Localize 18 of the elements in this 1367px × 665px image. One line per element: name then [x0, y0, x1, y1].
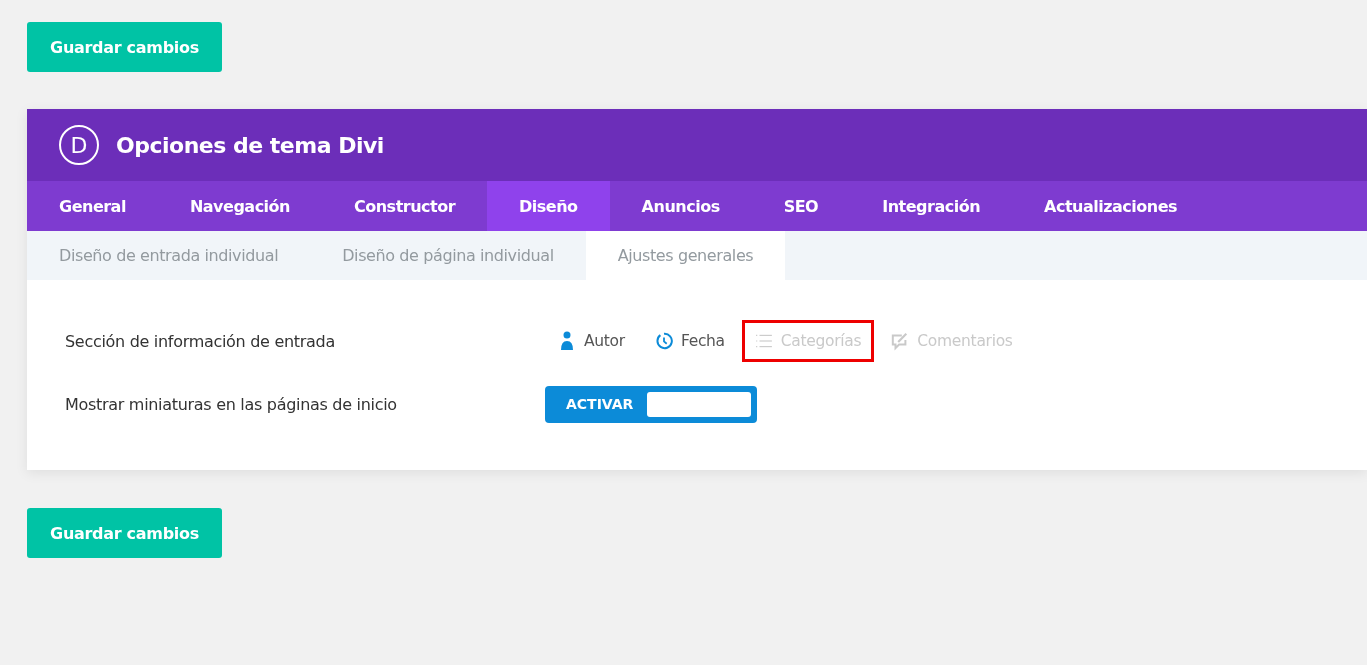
- tab[interactable]: Integración: [850, 181, 1013, 231]
- panel-title: Opciones de tema Divi: [116, 132, 384, 158]
- clock-icon: [654, 331, 673, 351]
- tab[interactable]: Navegación: [157, 181, 322, 231]
- meta-option[interactable]: Autor: [545, 320, 638, 362]
- tab[interactable]: SEO: [751, 181, 851, 231]
- tab[interactable]: Actualizaciones: [1012, 181, 1210, 231]
- tab[interactable]: Constructor: [322, 181, 488, 231]
- toggle-switch[interactable]: ACTIVAR: [545, 385, 757, 423]
- tab[interactable]: Anuncios: [609, 181, 752, 231]
- tab[interactable]: Diseño: [487, 181, 610, 231]
- setting-label: Sección de información de entrada: [65, 331, 336, 351]
- comment-edit-icon: [891, 331, 910, 351]
- setting-label: Mostrar miniaturas en las páginas de inicio: [65, 394, 398, 414]
- meta-option[interactable]: Fecha: [641, 320, 738, 362]
- tab[interactable]: General: [27, 181, 158, 231]
- person-icon: [558, 331, 576, 351]
- logo-icon: D: [59, 125, 99, 165]
